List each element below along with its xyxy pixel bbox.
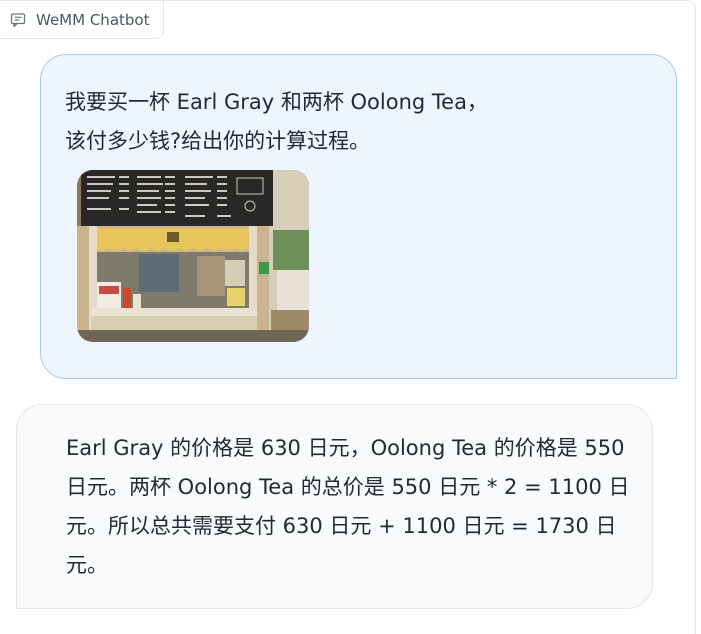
chatbot-label: WeMM Chatbot xyxy=(0,1,164,39)
bot-message[interactable]: Earl Gray 的价格是 630 日元，Oolong Tea 的价格是 55… xyxy=(16,404,653,609)
tea-shop-photo xyxy=(77,170,309,342)
chatbot-title: WeMM Chatbot xyxy=(36,10,150,29)
user-message-text: 我要买一杯 Earl Gray 和两杯 Oolong Tea， 该付多少钱?给出… xyxy=(65,90,488,153)
bot-message-text: Earl Gray 的价格是 630 日元，Oolong Tea 的价格是 55… xyxy=(66,436,630,577)
chatbot-panel: WeMM Chatbot 我要买一杯 Earl Gray 和两杯 Oolong … xyxy=(0,0,696,634)
user-message[interactable]: 我要买一杯 Earl Gray 和两杯 Oolong Tea， 该付多少钱?给出… xyxy=(40,54,677,379)
user-message-image[interactable] xyxy=(77,170,309,342)
chat-icon xyxy=(10,12,26,28)
